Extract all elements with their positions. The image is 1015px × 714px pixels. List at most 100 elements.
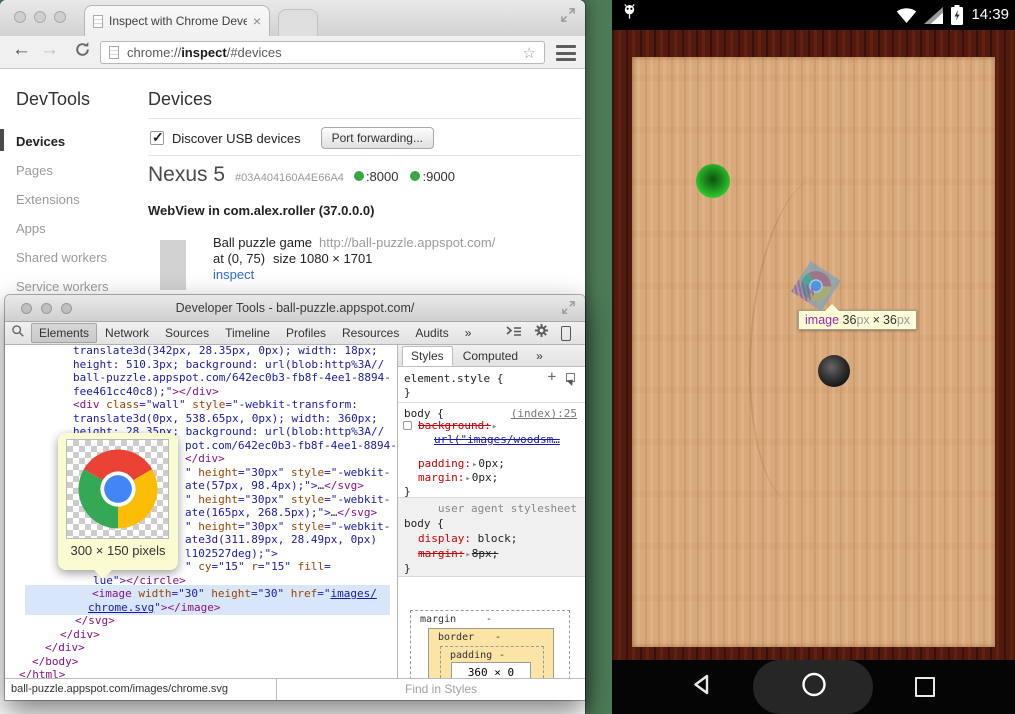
code-line[interactable]: " cy="15" r="15" fill= (185, 560, 331, 573)
code-line[interactable]: " height="30px" style="-webkit- (185, 493, 390, 506)
black-ball[interactable] (818, 355, 850, 387)
code-line[interactable]: ate(165px, 268.5px);">…</svg> (185, 506, 377, 519)
sidebar-item-pages[interactable]: Pages (0, 156, 140, 185)
devtools-window-title: Developer Tools - ball-puzzle.appspot.co… (5, 301, 585, 315)
stylesheet-source-link[interactable]: (index):25 (511, 407, 577, 420)
margin-property[interactable]: margin:0px; (418, 471, 498, 484)
settings-gear-icon[interactable] (534, 323, 549, 343)
code-line[interactable]: <div class="wall" style="-webkit-transfo… (73, 398, 358, 411)
code-line[interactable]: ball-puzzle.appspot.com/642ec0b3-fb8f-4e… (73, 371, 391, 384)
game-board[interactable]: image 36px×36px (632, 57, 995, 647)
sidebar-item-apps[interactable]: Apps (0, 214, 140, 243)
back-button[interactable]: ← (12, 39, 31, 61)
code-line[interactable]: ate3d(311.89px, 28.49px, 0px) (185, 533, 377, 546)
bookmark-star-icon[interactable]: ☆ (523, 44, 536, 62)
code-line[interactable]: </body> (32, 655, 78, 668)
code-line[interactable]: </svg> (75, 614, 115, 627)
styles-tab-styles[interactable]: Styles (402, 346, 453, 366)
code-line[interactable]: </div> (45, 641, 85, 654)
code-line[interactable]: l102527deg);"> (185, 547, 278, 560)
styles-tab-more[interactable]: » (528, 347, 551, 365)
sidebar-item-devices[interactable]: Devices (0, 127, 140, 156)
window-controls (14, 11, 66, 23)
page-favicon (93, 15, 103, 28)
devtools-panel-tabs: ElementsNetworkSourcesTimelineProfilesRe… (31, 323, 479, 343)
code-line[interactable]: pot.com/642ec0b3-fb8f-4ee1-8894- (185, 439, 397, 452)
code-line[interactable]: </html> (19, 668, 65, 678)
expand-window-icon[interactable] (561, 8, 575, 27)
close-window-icon[interactable] (14, 11, 26, 23)
devtools-tab-elements[interactable]: Elements (31, 323, 97, 343)
box-model-margin[interactable]: margin - border - padding - 360 × 0 (410, 610, 570, 678)
home-nav-button[interactable] (801, 672, 827, 703)
code-line[interactable]: height: 510.3px; background: url(blob:ht… (73, 358, 384, 371)
inspect-link[interactable]: inspect (213, 267, 254, 282)
styles-tab-computed[interactable]: Computed (455, 347, 526, 365)
page-icon (109, 46, 119, 59)
code-line[interactable]: </div> (185, 452, 225, 465)
box-model-content[interactable]: 360 × 0 (451, 662, 531, 678)
code-line[interactable]: ate(57px, 98.4px);">…</svg> (185, 479, 364, 492)
device-mode-icon[interactable] (561, 326, 571, 341)
url-host: inspect (181, 45, 227, 60)
target-title: Ball puzzle game (213, 235, 312, 250)
resource-link[interactable]: ball-puzzle.appspot.com/images/chrome.sv… (5, 679, 277, 700)
code-line[interactable]: fee461cc40c8);"></div> (73, 385, 219, 398)
ua-body-selector[interactable]: body { (404, 517, 444, 530)
find-in-styles-input[interactable]: Find in Styles (398, 678, 585, 700)
console-drawer-icon[interactable] (506, 324, 522, 342)
box-model-border[interactable]: border - padding - 360 × 0 (428, 628, 554, 678)
devtools-tab-audits[interactable]: Audits (407, 323, 456, 343)
code-line[interactable]: </div> (60, 628, 100, 641)
chrome-menu-icon[interactable] (556, 45, 576, 61)
zoom-window-icon[interactable] (54, 11, 66, 23)
expand-window-icon[interactable] (562, 301, 575, 319)
code-line[interactable]: translate3d(0px, 538.65px, 0px); width: … (73, 412, 378, 425)
minimize-window-icon[interactable] (34, 11, 46, 23)
discover-usb-checkbox[interactable] (150, 131, 164, 145)
padding-property[interactable]: padding:0px; (418, 457, 505, 470)
devtools-tab-resources[interactable]: Resources (334, 323, 407, 343)
code-line[interactable]: " height="30px" style="-webkit- (185, 520, 390, 533)
property-checkbox[interactable] (403, 421, 412, 430)
new-style-rule-icon[interactable]: + (548, 372, 556, 382)
devtools-tab-profiles[interactable]: Profiles (278, 323, 334, 343)
image-preview-frame (66, 439, 169, 539)
devtools-tab-timeline[interactable]: Timeline (217, 323, 278, 343)
chrome-logo-icon (76, 447, 160, 531)
port-forwarding-button[interactable]: Port forwarding... (321, 127, 434, 149)
device-row: Nexus 5 #03A404160A4E66A4 :8000:9000 (148, 163, 455, 187)
element-picker-icon[interactable] (566, 373, 575, 382)
box-model-padding[interactable]: padding - 360 × 0 (440, 646, 544, 678)
usb-debugging-icon (622, 4, 637, 26)
code-line[interactable]: translate3d(342px, 28.35px, 0px); width:… (73, 345, 378, 357)
desktop: Inspect with Chrome Deve × ← → chrome://… (0, 0, 1015, 714)
devtools-tab-network[interactable]: Network (97, 323, 157, 343)
code-line[interactable]: <image width="30" height="30" href="imag… (92, 587, 377, 600)
forward-button[interactable]: → (40, 39, 59, 61)
background-property[interactable]: background: (418, 419, 498, 432)
browser-tab[interactable]: Inspect with Chrome Deve × (84, 5, 270, 36)
devtools-tab-sources[interactable]: Sources (157, 323, 217, 343)
background-value[interactable]: url("images/woodsm… (434, 433, 560, 446)
sidebar-item-extensions[interactable]: Extensions (0, 185, 140, 214)
url-text[interactable]: chrome://inspect/#devices (127, 45, 282, 60)
address-bar[interactable]: chrome://inspect/#devices ☆ (100, 41, 545, 64)
target-url[interactable]: http://ball-puzzle.appspot.com/ (319, 235, 495, 250)
recents-nav-button[interactable] (915, 677, 935, 697)
tab-close-icon[interactable]: × (253, 14, 261, 28)
new-tab-button[interactable] (278, 9, 318, 36)
green-ball[interactable] (696, 164, 730, 198)
discover-usb-row: Discover USB devices Port forwarding... (150, 127, 434, 149)
back-nav-button[interactable] (691, 674, 711, 701)
code-line[interactable]: " height="30px" style="-webkit- (185, 466, 390, 479)
ua-margin-property[interactable]: margin:8px; (418, 547, 498, 560)
code-line[interactable]: chrome.svg"></image> (88, 601, 220, 614)
element-style-rule[interactable]: element.style { (404, 372, 503, 385)
webview-thumbnail (160, 240, 186, 290)
display-property[interactable]: display: block; (418, 532, 517, 545)
search-icon[interactable] (11, 324, 25, 343)
sidebar-item-shared-workers[interactable]: Shared workers (0, 243, 140, 272)
reload-button[interactable] (74, 41, 91, 64)
devtools-tab-more[interactable]: » (457, 323, 480, 343)
